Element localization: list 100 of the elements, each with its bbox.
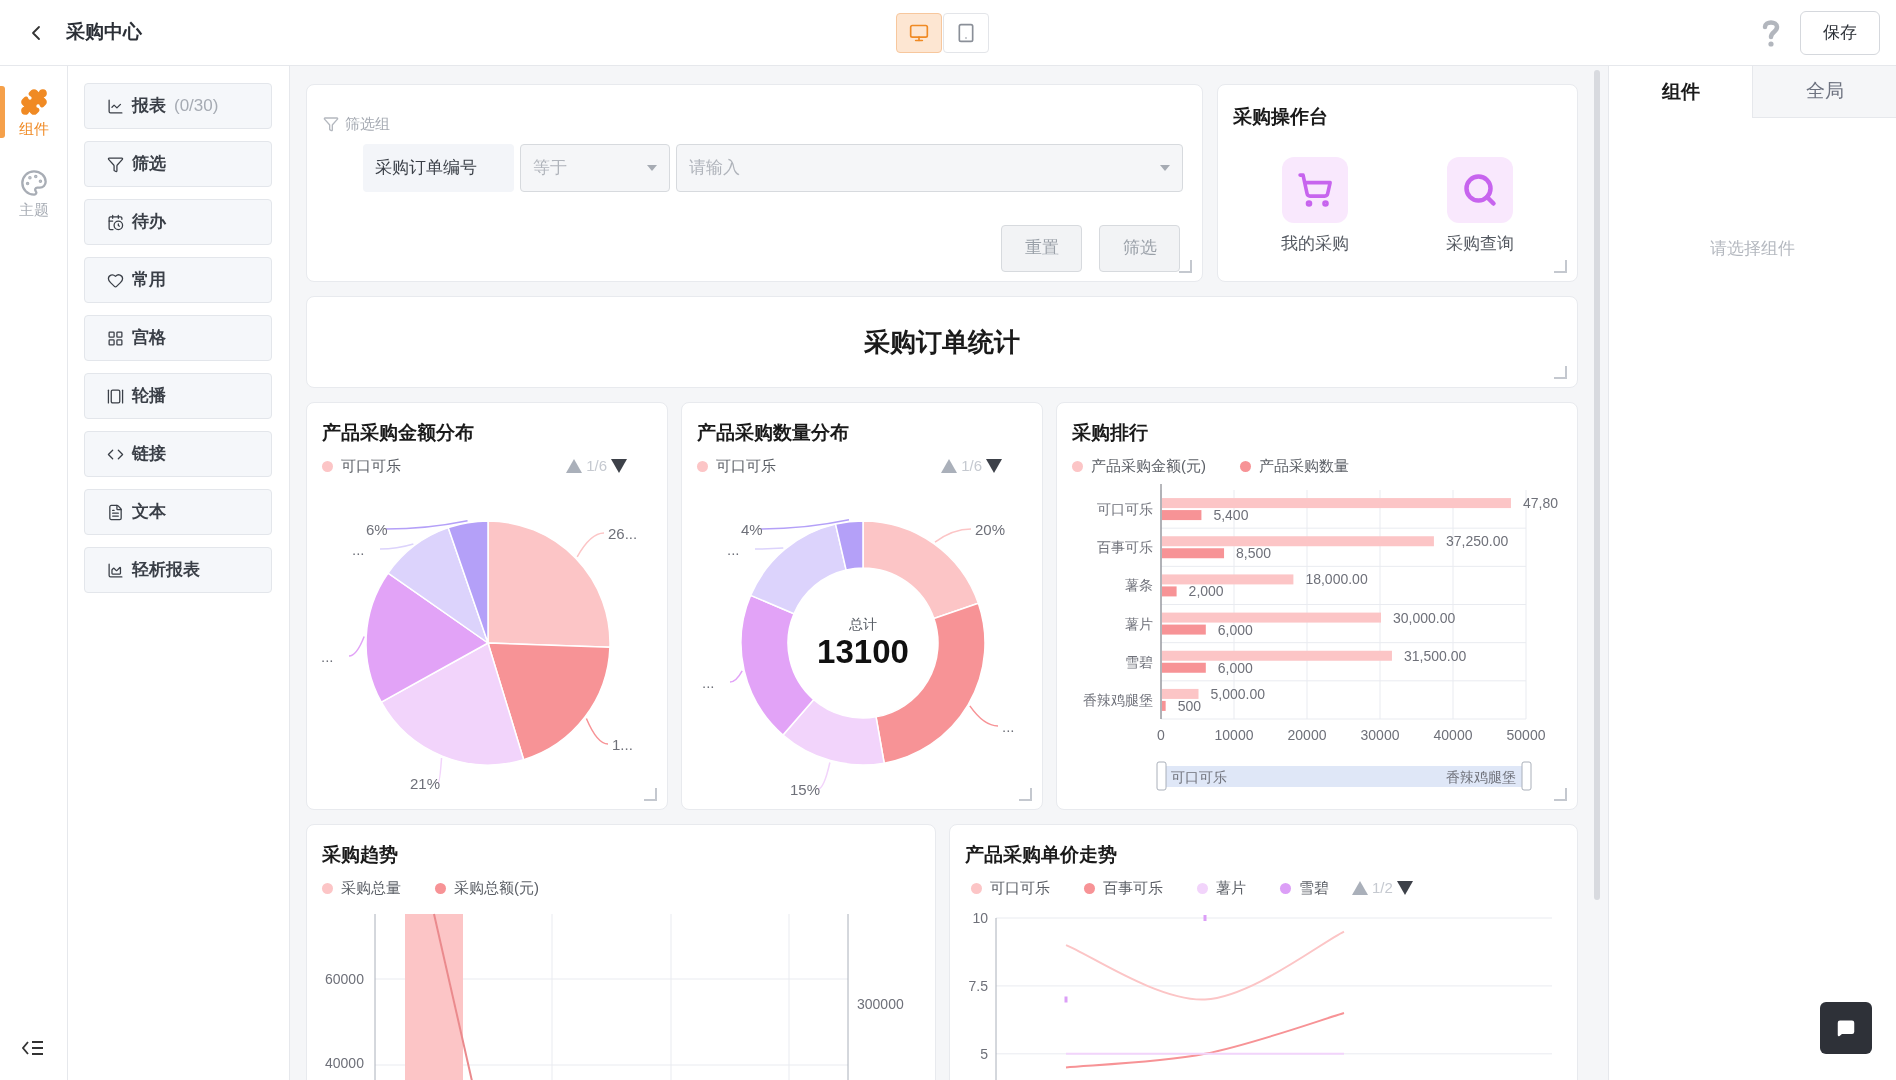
caret-icon bbox=[1160, 164, 1170, 171]
resize-handle-icon[interactable] bbox=[1553, 365, 1567, 379]
resize-handle-icon[interactable] bbox=[1553, 787, 1567, 801]
legend-label[interactable]: 可口可乐 bbox=[716, 455, 776, 478]
puzzle-icon bbox=[19, 88, 48, 116]
help-icon[interactable] bbox=[1762, 18, 1780, 47]
chart-icon bbox=[107, 97, 124, 115]
bar[interactable] bbox=[1162, 700, 1166, 711]
bar[interactable] bbox=[1162, 586, 1177, 597]
pie-slice[interactable] bbox=[380, 642, 525, 766]
axis-tick-label: 40000 bbox=[325, 1054, 364, 1072]
leader-line bbox=[934, 528, 972, 543]
resize-handle-icon[interactable] bbox=[1018, 787, 1032, 801]
scrollbar[interactable] bbox=[1594, 70, 1600, 900]
bar[interactable] bbox=[1162, 498, 1511, 509]
slice-label: ... bbox=[352, 541, 365, 558]
pie-slice[interactable] bbox=[387, 526, 489, 644]
chat-button[interactable] bbox=[1820, 1002, 1872, 1054]
zoom-end-label: 香辣鸡腿堡 bbox=[1446, 769, 1516, 785]
search-icon bbox=[1461, 172, 1498, 208]
palette-icon bbox=[19, 168, 48, 197]
resize-handle-icon[interactable] bbox=[643, 787, 657, 801]
category-label: 薯片 bbox=[1125, 615, 1153, 632]
category-label: 可口可乐 bbox=[1097, 501, 1153, 518]
component-palette-item[interactable]: 链接 bbox=[84, 431, 272, 477]
caret-icon bbox=[647, 164, 657, 171]
line-series[interactable] bbox=[1065, 1012, 1345, 1069]
legend-label[interactable]: 可口可乐 bbox=[341, 455, 401, 478]
component-palette-item[interactable]: 筛选 bbox=[84, 141, 272, 187]
axis-tick-label: 50000 bbox=[1506, 727, 1546, 743]
component-palette-item[interactable]: 报表 (0/30) bbox=[84, 83, 272, 129]
document-icon bbox=[107, 503, 124, 521]
resize-handle-icon[interactable] bbox=[1178, 259, 1192, 273]
page-down-icon[interactable] bbox=[610, 458, 628, 475]
bar[interactable] bbox=[1162, 650, 1392, 661]
slice-label: ... bbox=[727, 541, 740, 558]
legend-label[interactable]: 雪碧 bbox=[1299, 877, 1329, 900]
card-title: 采购趋势 bbox=[322, 843, 399, 867]
calendar-clock-icon bbox=[107, 213, 124, 231]
line-series[interactable] bbox=[1065, 1052, 1345, 1055]
legend-label[interactable]: 产品采购金额(元) bbox=[1091, 455, 1206, 478]
total-label: 总计 bbox=[849, 616, 877, 632]
bar-value-label: 31,500.00 bbox=[1403, 647, 1467, 664]
bar-value-label: 30,000.00 bbox=[1393, 609, 1456, 626]
bar[interactable] bbox=[1162, 612, 1381, 623]
page-down-icon[interactable] bbox=[985, 458, 1003, 475]
bar[interactable] bbox=[1162, 536, 1434, 547]
axis-tick-label: 10000 bbox=[1214, 727, 1254, 743]
legend-label[interactable]: 薯片 bbox=[1216, 877, 1246, 900]
slice-label: 26... bbox=[608, 525, 638, 542]
axis-tick-label: 60000 bbox=[325, 970, 364, 988]
component-palette-item[interactable]: 轮播 bbox=[84, 373, 272, 419]
page-down-icon[interactable] bbox=[1395, 880, 1414, 897]
legend-label[interactable]: 可口可乐 bbox=[990, 877, 1050, 900]
legend-label[interactable]: 采购总量 bbox=[341, 877, 401, 900]
slice-label: ... bbox=[1002, 718, 1015, 735]
category-label: 雪碧 bbox=[1125, 653, 1153, 670]
component-palette-item[interactable]: 待办 bbox=[84, 199, 272, 245]
bar[interactable] bbox=[1162, 510, 1202, 521]
slice-label: 6% bbox=[366, 521, 388, 538]
component-palette-item[interactable]: 宫格 bbox=[84, 315, 272, 361]
panel-tab[interactable]: 全局 bbox=[1752, 66, 1896, 118]
slice-label: 21% bbox=[410, 775, 441, 792]
bar[interactable] bbox=[1162, 574, 1294, 585]
grid-icon bbox=[107, 329, 124, 347]
axis-tick-label: 300000 bbox=[857, 995, 904, 1013]
card-title: 产品采购金额分布 bbox=[322, 421, 475, 445]
leader-line bbox=[585, 717, 609, 745]
collapse-icon[interactable] bbox=[22, 1040, 44, 1056]
pie-slice[interactable] bbox=[365, 572, 489, 703]
legend-label[interactable]: 产品采购数量 bbox=[1259, 455, 1349, 478]
page-indicator: 1/2 bbox=[1372, 878, 1393, 898]
card-title: 采购排行 bbox=[1072, 421, 1149, 445]
view-toggle[interactable] bbox=[943, 12, 989, 53]
component-palette-item[interactable]: 轻析报表 bbox=[84, 547, 272, 593]
card-title: 产品采购单价走势 bbox=[965, 843, 1118, 867]
slice-label: 1... bbox=[612, 736, 633, 753]
view-toggle[interactable] bbox=[896, 12, 942, 53]
component-palette-item[interactable]: 常用 bbox=[84, 257, 272, 303]
resize-handle-icon[interactable] bbox=[1553, 259, 1567, 273]
zoom-start-label: 可口可乐 bbox=[1171, 769, 1227, 785]
save-button[interactable]: 保存 bbox=[1800, 10, 1880, 55]
legend-label[interactable]: 百事可乐 bbox=[1103, 877, 1163, 900]
field-label: 采购订单编号 bbox=[363, 143, 514, 192]
line-series[interactable] bbox=[1065, 930, 1345, 1001]
bar[interactable] bbox=[1162, 688, 1199, 699]
legend-label[interactable]: 采购总额(元) bbox=[454, 877, 539, 900]
bar[interactable] bbox=[1162, 548, 1225, 559]
axis-tick-label: 20000 bbox=[1287, 727, 1327, 743]
bar[interactable] bbox=[1162, 624, 1206, 635]
component-palette-item[interactable]: 文本 bbox=[84, 489, 272, 535]
pie-slice[interactable] bbox=[487, 642, 611, 761]
leader-line bbox=[576, 532, 605, 558]
axis-tick-label: 5 bbox=[980, 1045, 988, 1062]
category-label: 薯条 bbox=[1125, 577, 1153, 594]
card-title: 产品采购数量分布 bbox=[697, 421, 850, 445]
bar-value-label: 18,000.00 bbox=[1305, 571, 1368, 588]
data-points[interactable] bbox=[1064, 915, 1207, 1003]
pie-slice[interactable] bbox=[447, 520, 489, 644]
bar[interactable] bbox=[1162, 662, 1206, 673]
